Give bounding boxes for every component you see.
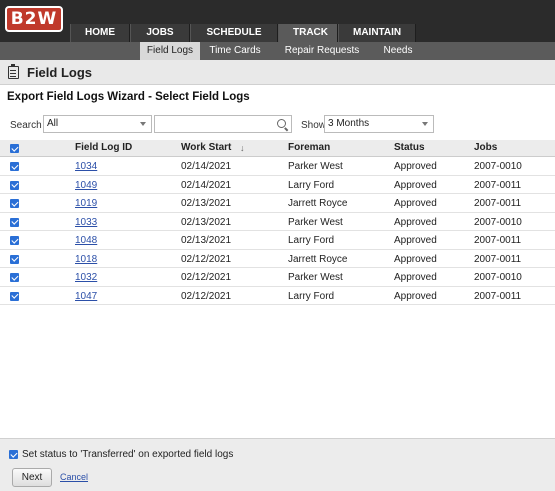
table-row[interactable]: 1047 02/12/2021 Larry Ford Approved 2007-001… [0,286,555,305]
field-log-id-link[interactable]: 1048 [75,235,97,246]
jobs-cell: 2007-0011 [474,253,522,265]
field-log-id-link[interactable]: 1019 [75,198,97,209]
table-body: 1034 02/14/2021 Parker West Approved 2007-00… [0,157,555,305]
row-checkbox[interactable] [10,199,19,208]
wizard-title: Export Field Logs Wizard - Select Field … [7,91,250,103]
table-row[interactable]: 1048 02/13/2021 Larry Ford Approved 2007-001… [0,231,555,250]
transfer-status-label: Set status to 'Transferred' on exported … [22,449,234,460]
chevron-down-icon [422,122,428,126]
nav-track[interactable]: TRACK [278,24,338,42]
search-input[interactable] [154,115,292,133]
subnav-time-cards[interactable]: Time Cards [200,42,270,60]
table-row[interactable]: 1032 02/12/2021 Parker West Approved 2007-00… [0,268,555,287]
row-checkbox[interactable] [10,180,19,190]
jobs-cell: 2007-0011 [474,235,522,246]
nav-schedule[interactable]: SCHEDULE [190,24,278,42]
b2w-logo[interactable]: B2W [5,6,63,32]
status-cell: Approved [394,198,437,209]
status-cell: Approved [394,161,437,172]
row-checkbox[interactable] [10,217,19,227]
show-range-select[interactable]: 3 Months [324,115,434,133]
work-start-cell: 02/14/2021 [181,161,232,172]
work-start-cell: 02/13/2021 [181,198,232,209]
table-row[interactable]: 1049 02/14/2021 Larry Ford Approved 2007-001… [0,175,555,194]
foreman-cell: Larry Ford [288,290,335,302]
row-checkbox[interactable] [10,273,19,282]
field-log-id-link[interactable]: 1032 [75,272,97,283]
foreman-cell: Jarrett Royce [288,198,348,209]
show-range-value: 3 Months [328,118,370,129]
jobs-cell: 2007-0010 [474,216,522,228]
field-logs-table: Field Log ID Work Start ↓ Foreman Status… [0,140,555,305]
cancel-link[interactable]: Cancel [60,472,88,482]
clipboard-icon [8,64,19,79]
row-checkbox[interactable] [10,162,19,171]
status-cell: Approved [394,216,437,228]
status-cell: Approved [394,290,437,302]
col-work-start[interactable]: Work Start [181,142,231,153]
foreman-cell: Parker West [288,216,343,228]
row-checkbox[interactable] [10,254,19,264]
foreman-cell: Parker West [288,161,343,172]
work-start-cell: 02/12/2021 [181,290,232,302]
table-row[interactable]: 1034 02/14/2021 Parker West Approved 2007-00… [0,157,555,176]
field-log-id-link[interactable]: 1018 [75,254,97,265]
top-bar: B2W HOME JOBS SCHEDULE TRACK MAINTAIN [0,0,555,42]
work-start-cell: 02/14/2021 [181,179,232,191]
work-start-cell: 02/12/2021 [181,272,232,283]
jobs-cell: 2007-0010 [474,272,522,283]
jobs-cell: 2007-0011 [474,198,522,209]
table-row[interactable]: 1019 02/13/2021 Jarrett Royce Approved 2007-… [0,194,555,213]
foreman-cell: Larry Ford [288,235,335,246]
next-button[interactable]: Next [12,468,52,487]
nav-home[interactable]: HOME [70,24,130,42]
sort-down-icon: ↓ [240,143,245,153]
jobs-cell: 2007-0011 [474,290,522,302]
nav-maintain[interactable]: MAINTAIN [338,24,416,42]
work-start-cell: 02/13/2021 [181,235,232,246]
wizard-footer: Set status to 'Transferred' on exported … [0,438,555,491]
select-all-checkbox[interactable] [10,144,19,153]
col-status[interactable]: Status [394,142,425,153]
col-field-log-id[interactable]: Field Log ID [75,142,132,153]
search-label: Search [10,120,42,131]
transfer-status-checkbox[interactable] [9,450,18,459]
field-log-id-link[interactable]: 1049 [75,180,97,191]
field-log-id-link[interactable]: 1047 [75,291,97,302]
work-start-cell: 02/13/2021 [181,216,232,228]
status-cell: Approved [394,179,437,191]
main-nav: HOME JOBS SCHEDULE TRACK MAINTAIN [70,24,416,42]
row-checkbox[interactable] [10,291,19,301]
col-foreman[interactable]: Foreman [288,142,330,153]
page-title: Field Logs [27,65,92,80]
jobs-cell: 2007-0011 [474,179,522,191]
chevron-down-icon [140,122,146,126]
search-icon[interactable] [277,119,286,128]
subnav-needs[interactable]: Needs [374,42,422,60]
subnav-field-logs[interactable]: Field Logs [140,42,200,60]
col-jobs[interactable]: Jobs [474,142,497,153]
foreman-cell: Larry Ford [288,179,335,191]
show-label: Show [301,120,327,131]
nav-jobs[interactable]: JOBS [130,24,190,42]
sub-nav: Field Logs Time Cards Repair Requests Ne… [0,42,555,60]
subnav-repair-requests[interactable]: Repair Requests [270,42,374,60]
foreman-cell: Parker West [288,272,343,283]
work-start-cell: 02/12/2021 [181,253,232,265]
field-log-id-link[interactable]: 1033 [75,217,97,228]
status-cell: Approved [394,253,437,265]
table-row[interactable]: 1018 02/12/2021 Jarrett Royce Approved 2007-… [0,249,555,268]
foreman-cell: Jarrett Royce [288,253,348,265]
search-scope-value: All [47,118,59,129]
row-checkbox[interactable] [10,236,19,245]
page-header: Field Logs [0,60,555,85]
status-cell: Approved [394,272,437,283]
search-scope-select[interactable]: All [43,115,152,133]
jobs-cell: 2007-0010 [474,161,522,172]
table-row[interactable]: 1033 02/13/2021 Parker West Approved 2007-00… [0,212,555,231]
field-log-id-link[interactable]: 1034 [75,161,97,172]
status-cell: Approved [394,235,437,246]
table-header: Field Log ID Work Start ↓ Foreman Status… [0,140,555,157]
